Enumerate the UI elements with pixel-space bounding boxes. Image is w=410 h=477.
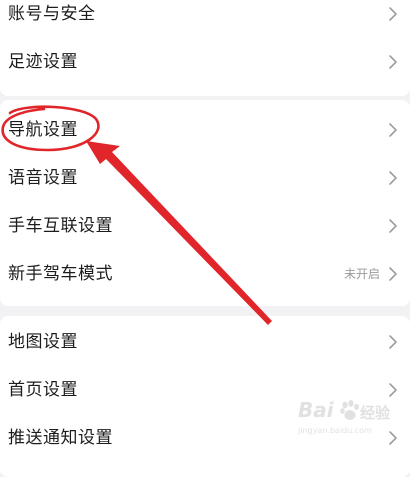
chevron-right-icon [389,171,397,185]
chevron-right-icon [389,219,397,233]
setting-label: 足迹设置 [8,52,78,72]
setting-row-voice[interactable]: 语音设置 [0,154,410,202]
setting-row-homepage[interactable]: 首页设置 [0,366,410,414]
settings-page: 账号与安全 足迹设置 导航设置 语音设置 手车互联设置 新手驾车模式 未开启 地… [0,0,410,477]
chevron-right-icon [389,267,397,281]
chevron-right-icon [389,431,397,445]
setting-label: 首页设置 [8,380,78,400]
setting-row-push-notification[interactable]: 推送通知设置 [0,414,410,462]
setting-row-novice-driving[interactable]: 新手驾车模式 未开启 [0,250,410,298]
setting-row-footprint[interactable]: 足迹设置 [0,38,410,86]
setting-label: 语音设置 [8,168,78,188]
chevron-right-icon [389,383,397,397]
setting-label: 推送通知设置 [8,428,113,448]
chevron-right-icon [389,123,397,137]
setting-label: 账号与安全 [8,4,96,24]
setting-row-account-security[interactable]: 账号与安全 [0,0,410,38]
chevron-right-icon [389,55,397,69]
setting-status-value: 未开启 [343,267,380,281]
setting-label: 新手驾车模式 [8,264,113,284]
setting-label: 地图设置 [8,332,78,352]
chevron-right-icon [389,7,397,21]
chevron-right-icon [389,335,397,349]
setting-label: 手车互联设置 [8,216,113,236]
setting-row-phone-car-link[interactable]: 手车互联设置 [0,202,410,250]
setting-label: 导航设置 [8,120,78,140]
setting-row-navigation[interactable]: 导航设置 [0,106,410,154]
setting-row-map[interactable]: 地图设置 [0,318,410,366]
